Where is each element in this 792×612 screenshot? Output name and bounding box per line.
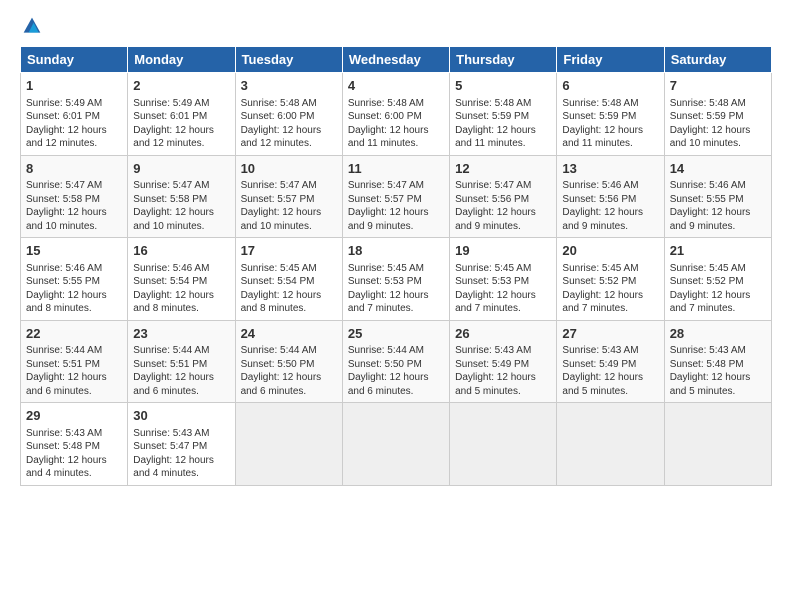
day-number: 19 <box>455 242 551 260</box>
day-cell-19: 19Sunrise: 5:45 AMSunset: 5:53 PMDayligh… <box>450 238 557 321</box>
day-cell-29: 29Sunrise: 5:43 AMSunset: 5:48 PMDayligh… <box>21 403 128 486</box>
day-cell-3: 3Sunrise: 5:48 AMSunset: 6:00 PMDaylight… <box>235 73 342 156</box>
day-number: 28 <box>670 325 766 343</box>
day-number: 5 <box>455 77 551 95</box>
calendar-table: SundayMondayTuesdayWednesdayThursdayFrid… <box>20 46 772 486</box>
day-header-wednesday: Wednesday <box>342 47 449 73</box>
day-number: 23 <box>133 325 229 343</box>
week-row-4: 22Sunrise: 5:44 AMSunset: 5:51 PMDayligh… <box>21 320 772 403</box>
day-number: 29 <box>26 407 122 425</box>
day-cell-empty <box>664 403 771 486</box>
logo <box>20 16 42 36</box>
day-number: 26 <box>455 325 551 343</box>
day-cell-24: 24Sunrise: 5:44 AMSunset: 5:50 PMDayligh… <box>235 320 342 403</box>
day-cell-25: 25Sunrise: 5:44 AMSunset: 5:50 PMDayligh… <box>342 320 449 403</box>
week-row-1: 1Sunrise: 5:49 AMSunset: 6:01 PMDaylight… <box>21 73 772 156</box>
day-number: 21 <box>670 242 766 260</box>
day-number: 4 <box>348 77 444 95</box>
day-number: 12 <box>455 160 551 178</box>
day-number: 8 <box>26 160 122 178</box>
day-number: 14 <box>670 160 766 178</box>
day-header-friday: Friday <box>557 47 664 73</box>
day-cell-13: 13Sunrise: 5:46 AMSunset: 5:56 PMDayligh… <box>557 155 664 238</box>
day-cell-26: 26Sunrise: 5:43 AMSunset: 5:49 PMDayligh… <box>450 320 557 403</box>
day-cell-30: 30Sunrise: 5:43 AMSunset: 5:47 PMDayligh… <box>128 403 235 486</box>
day-number: 13 <box>562 160 658 178</box>
day-cell-empty <box>342 403 449 486</box>
day-cell-empty <box>450 403 557 486</box>
day-cell-20: 20Sunrise: 5:45 AMSunset: 5:52 PMDayligh… <box>557 238 664 321</box>
day-cell-14: 14Sunrise: 5:46 AMSunset: 5:55 PMDayligh… <box>664 155 771 238</box>
day-number: 11 <box>348 160 444 178</box>
day-cell-5: 5Sunrise: 5:48 AMSunset: 5:59 PMDaylight… <box>450 73 557 156</box>
week-row-3: 15Sunrise: 5:46 AMSunset: 5:55 PMDayligh… <box>21 238 772 321</box>
day-cell-9: 9Sunrise: 5:47 AMSunset: 5:58 PMDaylight… <box>128 155 235 238</box>
day-number: 25 <box>348 325 444 343</box>
day-header-tuesday: Tuesday <box>235 47 342 73</box>
day-number: 16 <box>133 242 229 260</box>
page: SundayMondayTuesdayWednesdayThursdayFrid… <box>0 0 792 496</box>
day-number: 22 <box>26 325 122 343</box>
logo-icon <box>22 16 42 36</box>
day-number: 27 <box>562 325 658 343</box>
day-cell-4: 4Sunrise: 5:48 AMSunset: 6:00 PMDaylight… <box>342 73 449 156</box>
day-cell-empty <box>557 403 664 486</box>
day-cell-27: 27Sunrise: 5:43 AMSunset: 5:49 PMDayligh… <box>557 320 664 403</box>
day-cell-2: 2Sunrise: 5:49 AMSunset: 6:01 PMDaylight… <box>128 73 235 156</box>
day-cell-6: 6Sunrise: 5:48 AMSunset: 5:59 PMDaylight… <box>557 73 664 156</box>
day-cell-16: 16Sunrise: 5:46 AMSunset: 5:54 PMDayligh… <box>128 238 235 321</box>
day-cell-10: 10Sunrise: 5:47 AMSunset: 5:57 PMDayligh… <box>235 155 342 238</box>
day-number: 17 <box>241 242 337 260</box>
day-number: 10 <box>241 160 337 178</box>
day-number: 7 <box>670 77 766 95</box>
day-header-saturday: Saturday <box>664 47 771 73</box>
day-number: 3 <box>241 77 337 95</box>
day-cell-22: 22Sunrise: 5:44 AMSunset: 5:51 PMDayligh… <box>21 320 128 403</box>
day-cell-11: 11Sunrise: 5:47 AMSunset: 5:57 PMDayligh… <box>342 155 449 238</box>
day-cell-15: 15Sunrise: 5:46 AMSunset: 5:55 PMDayligh… <box>21 238 128 321</box>
day-header-monday: Monday <box>128 47 235 73</box>
day-number: 1 <box>26 77 122 95</box>
day-cell-21: 21Sunrise: 5:45 AMSunset: 5:52 PMDayligh… <box>664 238 771 321</box>
header-area <box>20 16 772 36</box>
day-number: 9 <box>133 160 229 178</box>
days-header-row: SundayMondayTuesdayWednesdayThursdayFrid… <box>21 47 772 73</box>
day-cell-28: 28Sunrise: 5:43 AMSunset: 5:48 PMDayligh… <box>664 320 771 403</box>
day-number: 18 <box>348 242 444 260</box>
day-cell-12: 12Sunrise: 5:47 AMSunset: 5:56 PMDayligh… <box>450 155 557 238</box>
day-cell-empty <box>235 403 342 486</box>
week-row-2: 8Sunrise: 5:47 AMSunset: 5:58 PMDaylight… <box>21 155 772 238</box>
day-number: 24 <box>241 325 337 343</box>
day-header-thursday: Thursday <box>450 47 557 73</box>
day-cell-23: 23Sunrise: 5:44 AMSunset: 5:51 PMDayligh… <box>128 320 235 403</box>
day-number: 6 <box>562 77 658 95</box>
day-header-sunday: Sunday <box>21 47 128 73</box>
day-cell-1: 1Sunrise: 5:49 AMSunset: 6:01 PMDaylight… <box>21 73 128 156</box>
day-number: 20 <box>562 242 658 260</box>
day-cell-17: 17Sunrise: 5:45 AMSunset: 5:54 PMDayligh… <box>235 238 342 321</box>
day-cell-7: 7Sunrise: 5:48 AMSunset: 5:59 PMDaylight… <box>664 73 771 156</box>
week-row-5: 29Sunrise: 5:43 AMSunset: 5:48 PMDayligh… <box>21 403 772 486</box>
day-number: 2 <box>133 77 229 95</box>
day-cell-8: 8Sunrise: 5:47 AMSunset: 5:58 PMDaylight… <box>21 155 128 238</box>
day-number: 30 <box>133 407 229 425</box>
day-number: 15 <box>26 242 122 260</box>
day-cell-18: 18Sunrise: 5:45 AMSunset: 5:53 PMDayligh… <box>342 238 449 321</box>
